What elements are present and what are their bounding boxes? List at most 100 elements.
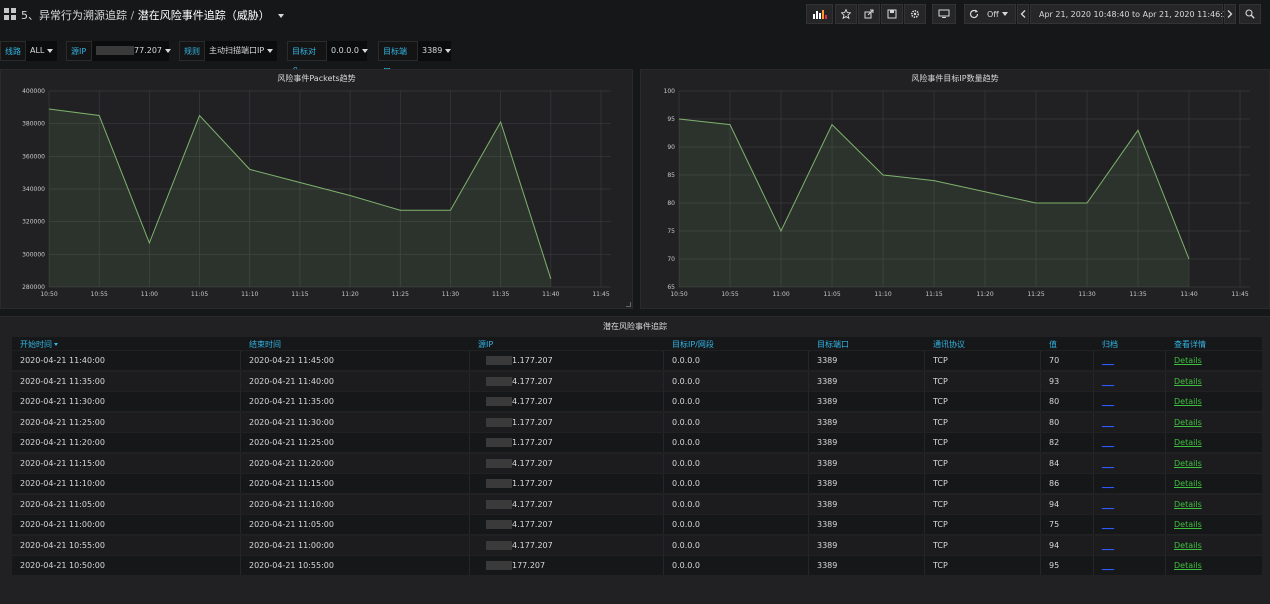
share-button[interactable] — [858, 4, 880, 24]
panel-title[interactable]: 潜在风险事件追踪 — [0, 321, 1270, 332]
column-divider — [1093, 453, 1094, 473]
refresh-picker[interactable]: Off — [964, 4, 1016, 24]
variable-select-line[interactable]: ALL — [26, 41, 57, 61]
column-header-end-time[interactable]: 结束时间 — [249, 339, 281, 350]
time-range-picker[interactable]: Apr 21, 2020 10:48:40 to Apr 21, 2020 11… — [1030, 4, 1233, 24]
data-point[interactable] — [198, 114, 200, 116]
risk-events-table-panel: 潜在风险事件追踪 开始时间 结束时间 源IP 目标IP/网段 目标端口 通讯协议… — [0, 316, 1270, 604]
details-link[interactable]: Details — [1174, 479, 1202, 488]
column-header-port[interactable]: 目标端口 — [817, 339, 849, 350]
data-point[interactable] — [780, 230, 782, 232]
zoom-out-button[interactable] — [1239, 4, 1261, 24]
star-button[interactable] — [835, 4, 857, 24]
data-point[interactable] — [831, 123, 833, 125]
add-panel-button[interactable] — [806, 4, 833, 24]
details-link[interactable]: Details — [1174, 541, 1202, 550]
data-point[interactable] — [449, 209, 451, 211]
data-point[interactable] — [1137, 129, 1139, 131]
data-point[interactable] — [399, 209, 401, 211]
column-header-protocol[interactable]: 通讯协议 — [933, 339, 965, 350]
details-link[interactable]: Details — [1174, 356, 1202, 365]
source-ip-suffix: 4.177.207 — [512, 397, 553, 406]
data-point[interactable] — [984, 191, 986, 193]
cell-port: 3389 — [817, 417, 838, 427]
table-row: 2020-04-21 10:50:00 2020-04-21 10:55:00 17… — [12, 556, 1262, 575]
archive-link[interactable]: ___ — [1102, 561, 1114, 570]
archive-link[interactable]: ___ — [1102, 500, 1114, 509]
y-tick-label: 95 — [667, 116, 675, 123]
dashboard-title[interactable]: 5、异常行为溯源追踪 / 潜在风险事件追踪（威胁） — [21, 7, 285, 23]
data-point[interactable] — [499, 121, 501, 123]
breadcrumb-separator: / — [130, 9, 135, 22]
chevron-down-icon[interactable] — [278, 14, 285, 18]
archive-link[interactable]: ___ — [1102, 520, 1114, 529]
variable-select-target[interactable]: 0.0.0.0 — [327, 41, 368, 61]
data-point[interactable] — [1035, 202, 1037, 204]
data-point[interactable] — [729, 123, 731, 125]
data-point[interactable] — [933, 179, 935, 181]
archive-link[interactable]: ___ — [1102, 479, 1114, 488]
details-link[interactable]: Details — [1174, 438, 1202, 447]
data-point[interactable] — [98, 114, 100, 116]
data-point[interactable] — [550, 278, 552, 280]
archive-link[interactable]: ___ — [1102, 356, 1114, 365]
details-link[interactable]: Details — [1174, 500, 1202, 509]
data-point[interactable] — [48, 108, 50, 110]
panel-resize-handle[interactable] — [626, 302, 631, 307]
column-divider — [469, 515, 470, 534]
column-header-details[interactable]: 查看详情 — [1174, 339, 1206, 350]
save-button[interactable] — [881, 4, 903, 24]
x-tick-label: 10:55 — [721, 291, 738, 298]
column-divider — [1165, 351, 1166, 370]
column-header-archive[interactable]: 归档 — [1102, 339, 1118, 350]
archive-link[interactable]: ___ — [1102, 459, 1114, 468]
time-forward-button[interactable] — [1224, 4, 1236, 24]
column-divider — [924, 433, 925, 452]
data-point[interactable] — [299, 181, 301, 183]
variable-label-source-ip: 源IP — [66, 41, 92, 61]
data-point[interactable] — [678, 118, 680, 120]
details-link[interactable]: Details — [1174, 397, 1202, 406]
data-point[interactable] — [882, 174, 884, 176]
time-back-button[interactable] — [1017, 4, 1029, 24]
data-point[interactable] — [1188, 258, 1190, 260]
cell-end-time: 2020-04-21 11:05:00 — [249, 520, 334, 529]
folder-name[interactable]: 5、异常行为溯源追踪 — [21, 9, 127, 22]
dashboard-name[interactable]: 潜在风险事件追踪（威胁） — [138, 9, 270, 22]
archive-link[interactable]: ___ — [1102, 397, 1114, 406]
details-link[interactable]: Details — [1174, 561, 1202, 570]
archive-link[interactable]: ___ — [1102, 541, 1114, 550]
redacted-block — [486, 561, 512, 570]
variable-select-source-ip[interactable]: 77.207 — [92, 41, 171, 61]
apps-grid-icon[interactable] — [4, 8, 16, 20]
data-point[interactable] — [1086, 202, 1088, 204]
data-point[interactable] — [349, 194, 351, 196]
redacted-block — [486, 397, 512, 406]
column-header-source-ip[interactable]: 源IP — [478, 339, 493, 350]
archive-link[interactable]: ___ — [1102, 377, 1114, 386]
details-link[interactable]: Details — [1174, 418, 1202, 427]
x-tick-label: 11:25 — [1027, 291, 1044, 298]
variable-select-port[interactable]: 3389 — [418, 41, 452, 61]
data-point[interactable] — [249, 168, 251, 170]
column-header-start-time[interactable]: 开始时间 — [20, 339, 58, 350]
tv-mode-button[interactable] — [932, 4, 956, 24]
column-divider — [1040, 494, 1041, 514]
settings-button[interactable] — [904, 4, 926, 24]
variable-label-rule: 规则 — [179, 41, 205, 61]
packets-trend-chart[interactable]: 280000 300000 320000 340000 360000 380000 4000… — [1, 70, 634, 310]
column-header-value[interactable]: 值 — [1049, 339, 1057, 350]
column-divider — [1165, 371, 1166, 391]
cell-protocol: TCP — [933, 417, 948, 427]
column-header-target[interactable]: 目标IP/网段 — [672, 339, 714, 350]
details-link[interactable]: Details — [1174, 459, 1202, 468]
details-link[interactable]: Details — [1174, 520, 1202, 529]
archive-link[interactable]: ___ — [1102, 438, 1114, 447]
archive-link[interactable]: ___ — [1102, 418, 1114, 427]
column-divider — [808, 412, 809, 432]
variable-select-rule[interactable]: 主动扫描端口IP — [205, 41, 277, 61]
details-link[interactable]: Details — [1174, 377, 1202, 386]
target-ip-trend-chart[interactable]: 65 70 75 80 85 90 95 100 10:50 10:55 11:00 11:05 11:… — [641, 70, 1270, 310]
x-tick-label: 11:30 — [1078, 291, 1095, 298]
data-point[interactable] — [148, 242, 150, 244]
